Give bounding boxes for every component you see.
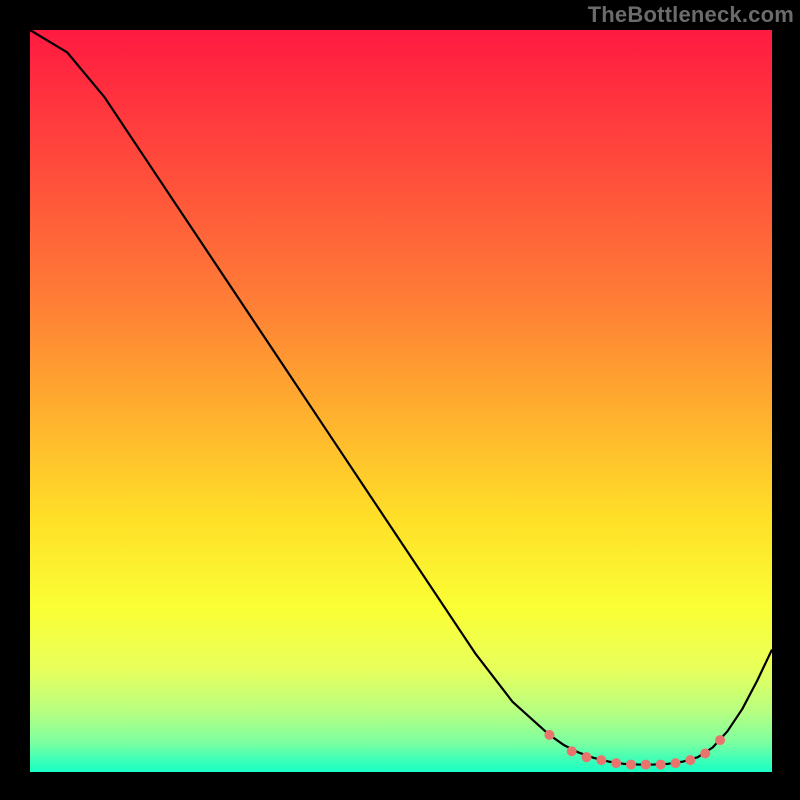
data-dot xyxy=(596,755,606,765)
data-dot xyxy=(626,760,636,770)
data-dot xyxy=(685,755,695,765)
data-dot xyxy=(700,748,710,758)
chart-stage: TheBottleneck.com xyxy=(0,0,800,800)
data-dot xyxy=(641,760,651,770)
data-dot xyxy=(567,746,577,756)
data-dot xyxy=(582,752,592,762)
plot-background xyxy=(30,30,772,772)
data-dot xyxy=(715,735,725,745)
data-dot xyxy=(671,758,681,768)
data-dot xyxy=(656,760,666,770)
data-dot xyxy=(611,758,621,768)
chart-svg xyxy=(0,0,800,800)
data-dot xyxy=(544,730,554,740)
